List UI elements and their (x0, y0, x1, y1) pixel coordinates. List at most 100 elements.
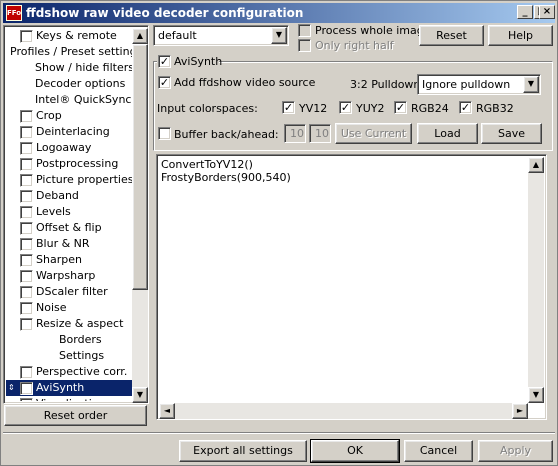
script-text: ConvertToYV12() FrostyBorders(900,540) (161, 158, 291, 184)
colorspaces-label: Input colorspaces: (157, 102, 258, 115)
sidebar-item[interactable]: Resize & aspect (6, 316, 132, 332)
sidebar-item-label: Logoaway (36, 141, 92, 154)
preset-select-value: default (158, 29, 197, 42)
export-settings-button[interactable]: Export all settings (179, 440, 307, 462)
scroll-down-icon[interactable]: ▼ (528, 387, 544, 403)
sidebar-item-label: DScaler filter (36, 285, 108, 298)
sidebar-item-label: Settings (59, 349, 105, 362)
sidebar-item-checkbox[interactable] (20, 270, 33, 283)
sidebar-item[interactable]: Show / hide filters (6, 60, 132, 76)
sidebar-item-checkbox[interactable] (20, 206, 33, 219)
sidebar-item-checkbox[interactable] (20, 174, 33, 187)
close-icon[interactable]: × (539, 5, 555, 19)
scroll-up-icon[interactable]: ▲ (132, 28, 148, 44)
colorspace-rgb32-checkbox[interactable]: ✓ (459, 101, 472, 114)
sidebar-item[interactable]: Offset & flip (6, 220, 132, 236)
sidebar-item-checkbox[interactable] (20, 238, 33, 251)
apply-button[interactable]: Apply (478, 440, 553, 462)
sidebar-item[interactable]: Keys & remote (6, 28, 132, 44)
sidebar-item[interactable]: Settings (6, 348, 132, 364)
sidebar-item[interactable]: Profiles / Preset settings (6, 44, 132, 60)
scroll-down-icon[interactable]: ▼ (132, 387, 148, 403)
sidebar-item-checkbox[interactable] (20, 110, 33, 123)
chevron-down-icon[interactable]: ▼ (523, 76, 539, 93)
use-current-button[interactable]: Use Current (335, 123, 412, 144)
sidebar-item-label: AviSynth (36, 381, 85, 394)
sidebar-item-label: Resize & aspect (36, 317, 124, 330)
reorder-icon[interactable]: ⇕ (8, 380, 15, 396)
only-right-half-checkbox[interactable] (298, 39, 311, 52)
add-source-checkbox[interactable]: ✓ (158, 76, 171, 89)
sidebar-item[interactable]: Deinterlacing (6, 124, 132, 140)
buffer-back-value: 10 (290, 127, 304, 140)
buffer-ahead-field[interactable]: 10 (309, 124, 331, 143)
sidebar-item[interactable]: Intel® QuickSync (6, 92, 132, 108)
sidebar-item-label: Crop (36, 109, 62, 122)
preset-select[interactable]: default ▼ (153, 25, 289, 46)
reset-button[interactable]: Reset (419, 25, 484, 46)
save-button[interactable]: Save (481, 123, 542, 144)
sidebar-item[interactable]: Picture properties (6, 172, 132, 188)
title-bar[interactable]: FFo ffdshow raw video decoder configurat… (3, 3, 555, 23)
sidebar-item[interactable]: ✓ ⇕ AviSynth (6, 380, 132, 396)
script-editor[interactable]: ConvertToYV12() FrostyBorders(900,540) ▲… (156, 154, 547, 420)
sidebar-item[interactable]: Perspective corr. (6, 364, 132, 380)
sidebar-item-checkbox[interactable] (20, 222, 33, 235)
process-whole-image-label: Process whole image (315, 24, 431, 37)
colorspace-rgb24-checkbox[interactable]: ✓ (394, 101, 407, 114)
sidebar-item[interactable]: Sharpen (6, 252, 132, 268)
sidebar-item-checkbox[interactable] (20, 190, 33, 203)
sidebar-item[interactable]: Blur & NR (6, 236, 132, 252)
process-whole-image-checkbox[interactable] (298, 24, 311, 37)
pulldown-select[interactable]: Ignore pulldown ▼ (417, 74, 541, 95)
avisynth-enable-checkbox[interactable]: ✓ (158, 55, 171, 68)
sidebar-item[interactable]: Visualizations (6, 396, 132, 401)
minimize-icon[interactable]: _ (517, 5, 533, 19)
script-vscrollbar[interactable]: ▲ ▼ (528, 157, 544, 403)
sidebar-item-checkbox[interactable] (20, 254, 33, 267)
scroll-thumb[interactable] (132, 44, 148, 290)
sidebar-item-checkbox[interactable] (20, 30, 33, 43)
window-title: ffdshow raw video decoder configuration (26, 6, 304, 20)
sidebar-item-checkbox[interactable] (20, 366, 33, 379)
colorspace-yv12-checkbox[interactable]: ✓ (282, 101, 295, 114)
sidebar-item-checkbox[interactable] (20, 286, 33, 299)
only-right-half-label: Only right half (315, 39, 394, 52)
sidebar-item[interactable]: Noise (6, 300, 132, 316)
sidebar-item[interactable]: Decoder options (6, 76, 132, 92)
sidebar-item-checkbox[interactable]: ✓ (20, 382, 33, 395)
sidebar-item[interactable]: Crop (6, 108, 132, 124)
cancel-button[interactable]: Cancel (404, 440, 473, 462)
sidebar-item[interactable]: Levels (6, 204, 132, 220)
sidebar-item[interactable]: Postprocessing (6, 156, 132, 172)
filter-list[interactable]: Keys & remote Profiles / Preset settings S… (3, 25, 149, 404)
sidebar-item[interactable]: Warpsharp (6, 268, 132, 284)
sidebar-item[interactable]: Logoaway (6, 140, 132, 156)
avisynth-group-label: AviSynth (174, 55, 223, 68)
sidebar-item[interactable]: Borders (6, 332, 132, 348)
help-button[interactable]: Help (488, 25, 553, 46)
sidebar-item[interactable]: Deband (6, 188, 132, 204)
load-button[interactable]: Load (417, 123, 478, 144)
sidebar-item-checkbox[interactable] (20, 398, 33, 401)
sidebar-item-checkbox[interactable] (20, 126, 33, 139)
ok-button[interactable]: OK (310, 439, 400, 463)
filter-list-scrollbar[interactable]: ▲ ▼ (132, 28, 148, 403)
sidebar-item-checkbox[interactable] (20, 302, 33, 315)
scroll-left-icon[interactable]: ◄ (159, 403, 175, 419)
colorspace-yuy2-checkbox[interactable]: ✓ (339, 101, 352, 114)
script-hscrollbar[interactable]: ◄ ► (159, 403, 528, 419)
sidebar-item-checkbox[interactable] (20, 158, 33, 171)
scroll-right-icon[interactable]: ► (512, 403, 528, 419)
buffer-back-field[interactable]: 10 (284, 124, 306, 143)
buffer-checkbox[interactable] (158, 127, 171, 140)
sidebar-item-checkbox[interactable] (20, 318, 33, 331)
scroll-up-icon[interactable]: ▲ (528, 157, 544, 173)
sidebar-item-label: Perspective corr. (36, 365, 128, 378)
chevron-down-icon[interactable]: ▼ (271, 27, 287, 44)
sidebar-item-checkbox[interactable] (20, 142, 33, 155)
sidebar-item-label: Deinterlacing (36, 125, 110, 138)
sidebar-item-label: Sharpen (36, 253, 82, 266)
sidebar-item[interactable]: DScaler filter (6, 284, 132, 300)
reset-order-button[interactable]: Reset order (4, 405, 147, 426)
